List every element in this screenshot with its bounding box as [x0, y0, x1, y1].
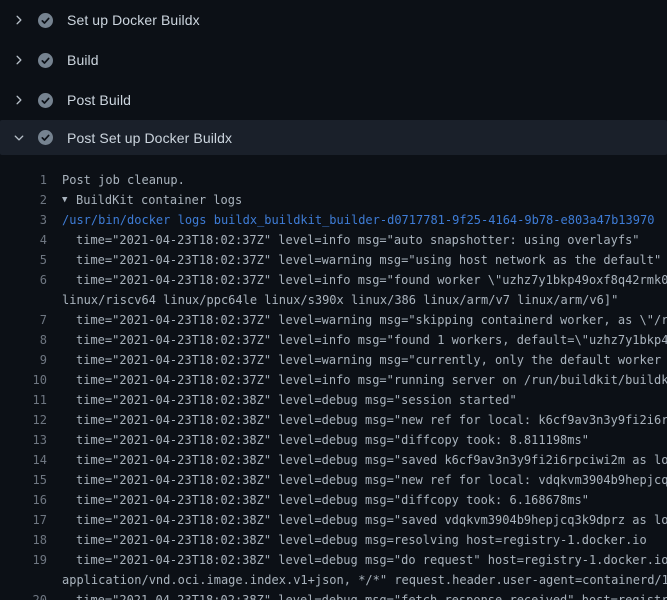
log-line: 18 time="2021-04-23T18:02:38Z" level=deb… — [0, 530, 667, 550]
log-line-number[interactable]: 2 — [0, 190, 47, 210]
log-line-number[interactable]: 20 — [0, 590, 47, 600]
step-label: Post Build — [67, 92, 131, 108]
log-line-number[interactable]: 9 — [0, 350, 47, 370]
log-line-text: time="2021-04-23T18:02:38Z" level=debug … — [62, 510, 667, 530]
step-header-2[interactable]: Build — [0, 40, 667, 80]
log-line-number[interactable]: 16 — [0, 490, 47, 510]
step-label: Set up Docker Buildx — [67, 12, 200, 28]
steps-list: Set up Docker Buildx Build Post Build — [0, 0, 667, 155]
log-line-text: application/vnd.oci.image.index.v1+json,… — [62, 570, 667, 590]
step-label: Post Set up Docker Buildx — [67, 130, 232, 146]
log-line: 3 /usr/bin/docker logs buildx_buildkit_b… — [0, 210, 667, 230]
log-line: 17 time="2021-04-23T18:02:38Z" level=deb… — [0, 510, 667, 530]
log-line-text: time="2021-04-23T18:02:38Z" level=debug … — [62, 470, 667, 490]
log-line-number[interactable] — [0, 290, 47, 310]
chevron-right-icon[interactable] — [13, 94, 25, 106]
log-line-number[interactable]: 17 — [0, 510, 47, 530]
check-circle-icon — [38, 13, 53, 28]
log-line-text: time="2021-04-23T18:02:37Z" level=info m… — [62, 230, 640, 250]
log-line-text: time="2021-04-23T18:02:37Z" level=info m… — [62, 370, 667, 390]
log-line-text: time="2021-04-23T18:02:37Z" level=info m… — [62, 330, 667, 350]
log-line-number[interactable]: 7 — [0, 310, 47, 330]
log-line: 4 time="2021-04-23T18:02:37Z" level=info… — [0, 230, 667, 250]
log-line: linux/riscv64 linux/ppc64le linux/s390x … — [0, 290, 667, 310]
log-line-number[interactable]: 10 — [0, 370, 47, 390]
log-line-text: time="2021-04-23T18:02:38Z" level=debug … — [62, 390, 517, 410]
log-line-text: time="2021-04-23T18:02:37Z" level=warnin… — [62, 310, 667, 330]
log-line: 12 time="2021-04-23T18:02:38Z" level=deb… — [0, 410, 667, 430]
log-line: 1 Post job cleanup. — [0, 170, 667, 190]
log-line-number[interactable]: 11 — [0, 390, 47, 410]
log-line: 6 time="2021-04-23T18:02:37Z" level=info… — [0, 270, 667, 290]
log-line-text: time="2021-04-23T18:02:37Z" level=warnin… — [62, 250, 661, 270]
log-line-text: BuildKit container logs — [76, 190, 242, 210]
log-line-number[interactable]: 8 — [0, 330, 47, 350]
log-line: 9 time="2021-04-23T18:02:37Z" level=warn… — [0, 350, 667, 370]
log-line-number[interactable] — [0, 570, 47, 590]
log-line: 11 time="2021-04-23T18:02:38Z" level=deb… — [0, 390, 667, 410]
check-circle-icon — [38, 130, 53, 145]
log-line-number[interactable]: 3 — [0, 210, 47, 230]
log-line-number[interactable]: 12 — [0, 410, 47, 430]
log-line: 10 time="2021-04-23T18:02:37Z" level=inf… — [0, 370, 667, 390]
chevron-down-icon[interactable] — [13, 132, 25, 144]
log-line: application/vnd.oci.image.index.v1+json,… — [0, 570, 667, 590]
log-line: 16 time="2021-04-23T18:02:38Z" level=deb… — [0, 490, 667, 510]
log-line: 15 time="2021-04-23T18:02:38Z" level=deb… — [0, 470, 667, 490]
log-line-text: time="2021-04-23T18:02:37Z" level=info m… — [62, 270, 667, 290]
chevron-right-icon[interactable] — [13, 14, 25, 26]
log-line-number[interactable]: 13 — [0, 430, 47, 450]
log-line-number[interactable]: 18 — [0, 530, 47, 550]
log-line-text: time="2021-04-23T18:02:38Z" level=debug … — [62, 590, 667, 600]
log-line-text: time="2021-04-23T18:02:38Z" level=debug … — [62, 450, 667, 470]
log-line-number[interactable]: 19 — [0, 550, 47, 570]
log-line-number[interactable]: 6 — [0, 270, 47, 290]
log-line-text: time="2021-04-23T18:02:38Z" level=debug … — [62, 550, 667, 570]
log-line-text: Post job cleanup. — [62, 170, 185, 190]
log-line-text: time="2021-04-23T18:02:38Z" level=debug … — [62, 530, 647, 550]
check-circle-icon — [38, 93, 53, 108]
step-header-3[interactable]: Post Build — [0, 80, 667, 120]
log-line-number[interactable]: 1 — [0, 170, 47, 190]
check-circle-icon — [38, 53, 53, 68]
log-line: 19 time="2021-04-23T18:02:38Z" level=deb… — [0, 550, 667, 570]
group-triangle-icon[interactable]: ▼ — [62, 190, 76, 210]
log-line: 7 time="2021-04-23T18:02:37Z" level=warn… — [0, 310, 667, 330]
log-line-text: time="2021-04-23T18:02:38Z" level=debug … — [62, 430, 589, 450]
log-line: 13 time="2021-04-23T18:02:38Z" level=deb… — [0, 430, 667, 450]
log-line: 20 time="2021-04-23T18:02:38Z" level=deb… — [0, 590, 667, 600]
log-line-number[interactable]: 15 — [0, 470, 47, 490]
log-line-number[interactable]: 14 — [0, 450, 47, 470]
log-line-text: time="2021-04-23T18:02:38Z" level=debug … — [62, 490, 589, 510]
log-line: 2 ▼ BuildKit container logs — [0, 190, 667, 210]
log-line: 8 time="2021-04-23T18:02:37Z" level=info… — [0, 330, 667, 350]
log-line: 14 time="2021-04-23T18:02:38Z" level=deb… — [0, 450, 667, 470]
log-line-text: linux/riscv64 linux/ppc64le linux/s390x … — [62, 290, 618, 310]
log-line-text: time="2021-04-23T18:02:38Z" level=debug … — [62, 410, 667, 430]
step-label: Build — [67, 52, 99, 68]
log-line-text: /usr/bin/docker logs buildx_buildkit_bui… — [62, 210, 654, 230]
log-viewer: 1 Post job cleanup. 2 ▼ BuildKit contain… — [0, 160, 667, 600]
log-line-number[interactable]: 4 — [0, 230, 47, 250]
chevron-right-icon[interactable] — [13, 54, 25, 66]
log-line-number[interactable]: 5 — [0, 250, 47, 270]
log-line: 5 time="2021-04-23T18:02:37Z" level=warn… — [0, 250, 667, 270]
step-header-4[interactable]: Post Set up Docker Buildx — [0, 120, 667, 155]
log-line-text: time="2021-04-23T18:02:37Z" level=warnin… — [62, 350, 667, 370]
step-header-1[interactable]: Set up Docker Buildx — [0, 0, 667, 40]
